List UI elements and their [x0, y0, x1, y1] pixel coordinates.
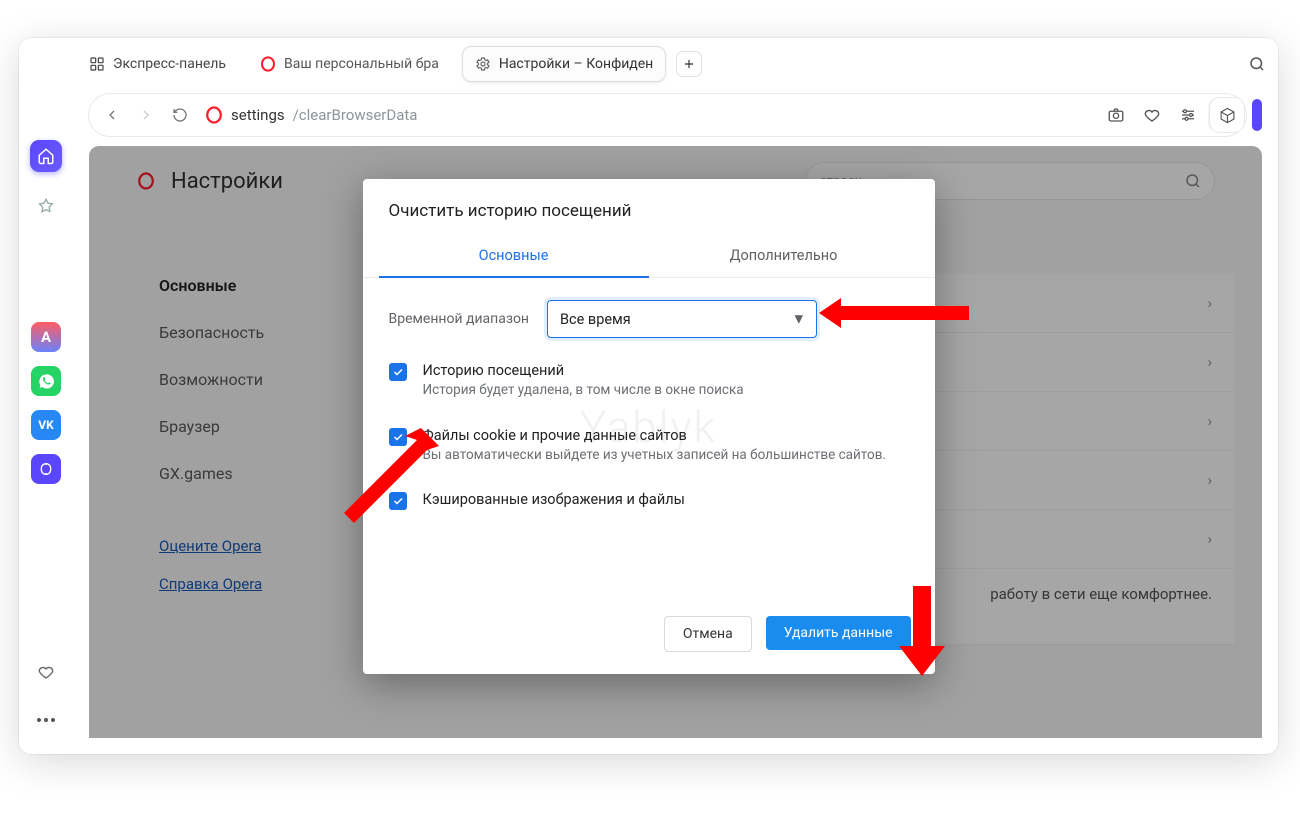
url-display[interactable]: settings/clearBrowserData	[205, 106, 417, 124]
option-subtitle: Вы автоматически выйдете из учетных запи…	[423, 446, 887, 466]
sidebar-home-button[interactable]	[30, 140, 62, 172]
browser-window: A VK Экспресс-п	[19, 38, 1278, 754]
speed-dial-label: Экспресс-панель	[113, 56, 226, 72]
url-path: /clearBrowserData	[293, 106, 418, 124]
sidebar-star-button[interactable]	[30, 190, 62, 222]
tab-opera-personal[interactable]: Ваш персональный бра	[248, 47, 451, 81]
clear-browsing-data-dialog: Очистить историю посещений Основные Допо…	[363, 179, 935, 674]
dialog-title: Очистить историю посещений	[363, 179, 935, 235]
option-subtitle: История будет удалена, в том числе в окн…	[423, 381, 744, 401]
gear-icon	[475, 56, 491, 72]
sidebar-app-aria[interactable]: A	[31, 322, 61, 352]
tab-search-button[interactable]	[1246, 53, 1268, 75]
new-tab-button[interactable]	[677, 52, 701, 76]
heart-button[interactable]	[1136, 99, 1168, 131]
sidebar-more-button[interactable]	[30, 704, 62, 736]
sidebar-rail: A VK	[19, 38, 73, 754]
sidebar-app-vk[interactable]: VK	[31, 410, 61, 440]
sidebar-app-music[interactable]	[31, 454, 61, 484]
checkbox-checked-icon[interactable]	[389, 428, 407, 446]
option-cookies[interactable]: Файлы cookie и прочие данные сайтов Вы а…	[389, 427, 909, 466]
tab-strip: Экспресс-панель Ваш персональный бра Нас…	[73, 38, 1278, 90]
tab-label: Ваш персональный бра	[284, 56, 439, 72]
tab-settings-privacy[interactable]: Настройки – Конфиден	[463, 47, 665, 81]
nav-reload-button[interactable]	[163, 98, 197, 132]
option-cached[interactable]: Кэшированные изображения и файлы	[389, 491, 909, 510]
cancel-button[interactable]: Отмена	[664, 616, 752, 652]
time-range-value: Все время	[560, 311, 631, 328]
option-title: Файлы cookie и прочие данные сайтов	[423, 427, 887, 444]
tab-label: Настройки – Конфиден	[499, 56, 653, 72]
clear-data-button[interactable]: Удалить данные	[766, 616, 911, 650]
dialog-tabs: Основные Дополнительно	[363, 235, 935, 278]
checkbox-checked-icon[interactable]	[389, 492, 407, 510]
time-range-select[interactable]: Все время ▼	[547, 300, 817, 338]
right-addons	[1204, 94, 1262, 136]
opera-icon	[260, 56, 276, 72]
extensions-button[interactable]	[1210, 98, 1244, 132]
url-host: settings	[231, 106, 285, 124]
opera-icon	[205, 106, 223, 124]
caret-down-icon: ▼	[792, 311, 806, 328]
dialog-tab-advanced[interactable]: Дополнительно	[649, 235, 919, 277]
dialog-tab-basic[interactable]: Основные	[379, 235, 649, 278]
checkbox-checked-icon[interactable]	[389, 363, 407, 381]
speed-dial-button[interactable]: Экспресс-панель	[79, 50, 236, 78]
sidebar-toggle[interactable]	[1252, 99, 1262, 131]
address-bar: settings/clearBrowserData	[89, 94, 1246, 136]
nav-forward-button	[129, 98, 163, 132]
sidebar-favorites-button[interactable]	[30, 656, 62, 688]
easy-setup-button[interactable]	[1172, 99, 1204, 131]
option-browsing-history[interactable]: Историю посещений История будет удалена,…	[389, 362, 909, 401]
option-title: Историю посещений	[423, 362, 744, 379]
snapshot-button[interactable]	[1100, 99, 1132, 131]
sidebar-app-whatsapp[interactable]	[31, 366, 61, 396]
nav-back-button[interactable]	[95, 98, 129, 132]
option-title: Кэшированные изображения и файлы	[423, 491, 685, 508]
time-range-label: Временной диапазон	[389, 311, 530, 327]
